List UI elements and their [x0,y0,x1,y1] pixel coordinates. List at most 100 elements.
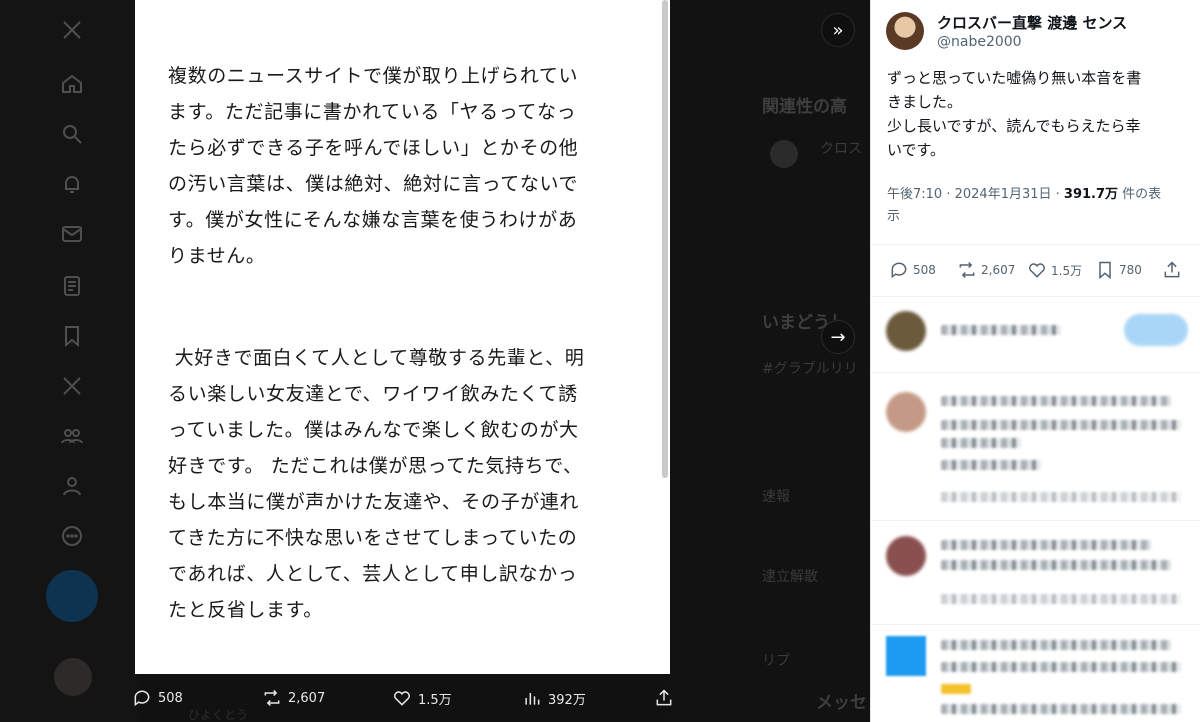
communities-icon [58,422,86,450]
reply-line [941,396,1171,406]
divider [871,624,1200,625]
tweet-meta: 午後7:10 · 2024年1月31日 · 391.7万 件の表 示 [887,187,1162,224]
divider [871,244,1200,245]
tweet-repost-button[interactable]: 2,607 [957,260,1015,280]
composer-avatar [886,311,926,351]
trend-item-3: 逮立解散 [762,569,818,585]
more-icon [58,522,86,550]
media-viewer: 関連性の高 クロス いまどうし #グラブルリリ 速報 逮立解散 リプ メッセ 複… [0,0,1200,722]
image-text-line: たら必ずできる子を呼んでほしい」とかその他 [168,137,579,159]
reply-avatar [886,536,926,576]
share-icon [656,689,672,706]
author-name[interactable]: クロスバー直撃 渡邊 センス [937,12,1127,33]
trend-item: #グラブルリリ [762,361,858,377]
reply-line [941,704,1181,714]
bookmarks-icon [58,322,86,350]
tweet-bookmark-count: 780 [1119,263,1142,277]
background-right-column: 関連性の高 クロス いまどうし #グラブルリリ 速報 逮立解散 リプ メッセ [670,0,870,722]
tweet-line: いです。 [887,141,946,159]
messages-icon [58,220,86,248]
related-heading: 関連性の高 [762,97,847,117]
image-text-line: 複数のニュースサイトで僕が取り上げられてい [168,65,579,87]
reply-line [941,460,1041,470]
image-paragraph-1: 複数のニュースサイトで僕が取り上げられてい ます。ただ記事に書かれている「ヤるって… [168,58,643,274]
tweet-views-label: 件の表 [1118,187,1162,202]
reply-avatar [886,392,926,432]
warning-icon [941,684,971,694]
divider [871,520,1200,521]
arrow-right-icon: → [830,326,846,348]
reply-line [941,420,1181,430]
trend-item-2: 速報 [762,489,790,505]
image-text-line: す。僕が女性にそんな嫌な言葉を使うわけがあ [168,209,578,231]
reply-icon [891,262,907,279]
tweet-like-count: 1.5万 [1051,263,1083,278]
divider [871,296,1200,297]
image-text-line: たと反省します。 [168,599,323,621]
reply-button[interactable]: 508 [132,688,183,708]
author-avatar[interactable] [886,12,924,50]
repost-count: 2,607 [288,690,326,706]
image-text-line: 好きです。 ただこれは僕が思ってた気持ちで、 [168,455,583,477]
reply-submit-button[interactable] [1124,314,1188,346]
views-icon [525,693,540,705]
reply-line [941,662,1181,672]
tweet-share-button[interactable] [1162,260,1186,280]
reply-actions [941,594,1181,604]
share-button[interactable] [654,688,680,708]
related-avatar [770,140,798,168]
x-logo-icon [58,16,86,44]
reply-avatar [886,636,926,676]
tweet-line: 少し長いですが、読んでもらえたら幸 [887,117,1141,135]
tweet-reply-count: 508 [913,263,936,277]
post-button [46,570,98,622]
image-text-line: であれば、人として、芸人として申し訳なかっ [168,563,578,585]
tweet-time[interactable]: 午後7:10 [887,187,942,202]
account-avatar [54,658,92,696]
share-icon [1164,261,1180,278]
image-text-line: てきた方に不快な思いをさせてしまっていたの [168,527,578,549]
reply-count: 508 [158,690,183,706]
views-count: 392万 [548,692,586,708]
repost-icon [264,689,280,707]
post-image[interactable]: 複数のニュースサイトで僕が取り上げられてい ます。ただ記事に書かれている「ヤるって… [135,0,670,674]
tweet-line: きました。 [887,93,963,111]
reply-item[interactable] [871,632,1200,722]
next-image-button[interactable]: → [821,320,855,354]
like-count: 1.5万 [418,692,452,708]
collapse-panel-button[interactable]: » [821,13,855,47]
heart-icon [394,691,410,706]
trend-item-4: リプ [762,653,790,669]
author-handle[interactable]: @nabe2000 [937,34,1022,50]
tweet-repost-count: 2,607 [981,263,1016,277]
reply-line [941,640,1171,650]
views-button[interactable]: 392万 [522,688,586,708]
tweet-views-count: 391.7万 [1063,187,1119,202]
reply-icon [134,690,150,707]
messages-drawer-label: メッセ [816,693,867,713]
repost-button[interactable]: 2,607 [262,688,325,708]
image-text-line: 大好きで面白くて人として尊敬する先輩と、明 [168,347,585,369]
tweet-reply-button[interactable]: 508 [889,260,936,280]
background-author-name: ひよくとう [188,708,249,722]
lists-icon [58,272,86,300]
scrollbar[interactable] [662,0,668,478]
like-button[interactable]: 1.5万 [392,688,452,708]
tweet-bookmark-button[interactable]: 780 [1095,260,1142,280]
reply-item[interactable] [871,530,1200,620]
repost-icon [959,261,975,279]
reply-line [941,540,1151,550]
image-text-line: りません。 [168,245,266,267]
tweet-line: ずっと思っていた嘘偽り無い本音を書 [887,69,1142,87]
tweet-date[interactable]: 2024年1月31日 [955,187,1052,202]
reply-item[interactable] [871,384,1200,514]
search-icon [58,120,86,148]
reply-composer-placeholder[interactable] [941,325,1061,335]
home-icon [58,70,86,98]
tweet-like-button[interactable]: 1.5万 [1027,260,1082,280]
reply-actions [941,492,1181,502]
premium-x-icon [58,372,86,400]
image-paragraph-2: 大好きで面白くて人として尊敬する先輩と、明 るい楽しい女友達とで、ワイワイ飲みたく… [168,340,643,628]
image-text-line: の汚い言葉は、僕は絶対、絶対に言ってないで [168,173,579,195]
tweet-panel: クロスバー直撃 渡邊 センス @nabe2000 ずっと思っていた嘘偽り無い本音… [870,0,1200,722]
